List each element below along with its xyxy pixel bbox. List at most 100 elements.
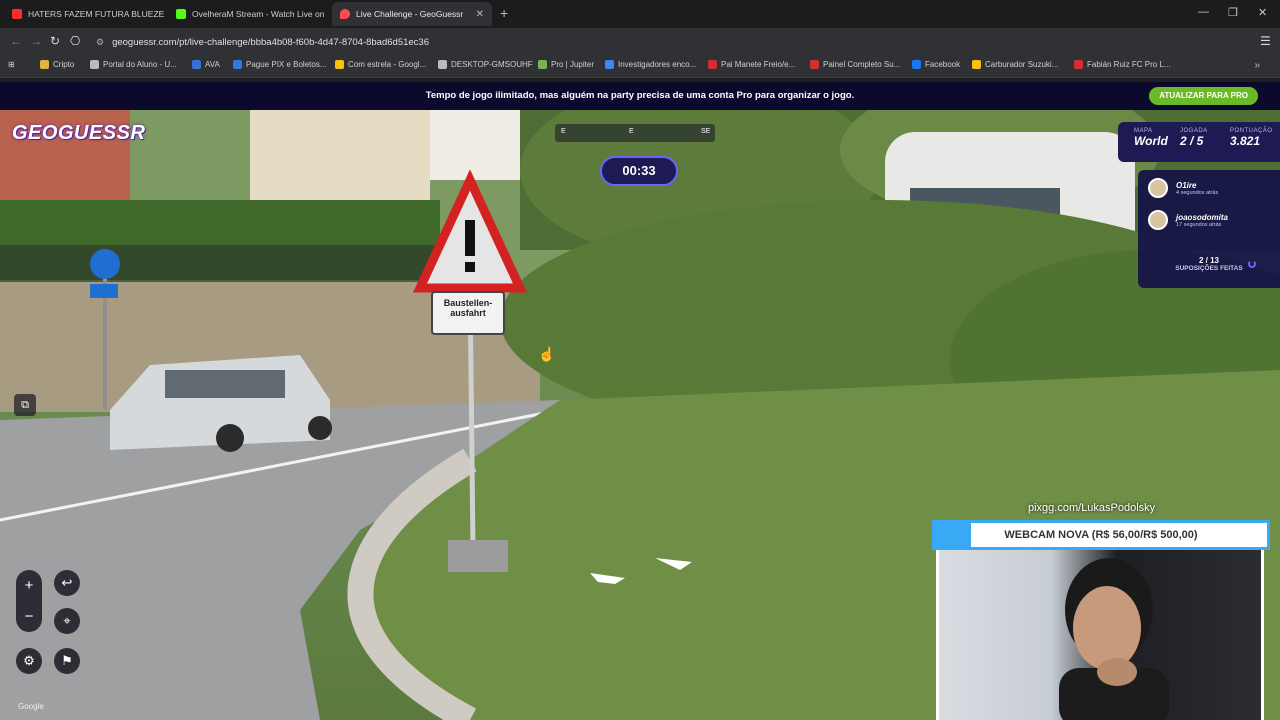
new-tab-button[interactable]: + <box>500 6 508 20</box>
bookmark-label: Portal do Aluno - U... <box>103 60 177 69</box>
browser-chrome: HATERS FAZEM FUTURA BLUEZETE OvelheraM S… <box>0 0 1280 82</box>
webcam-goal-text: WEBCAM NOVA (R$ 56,00/R$ 500,00) <box>1004 529 1198 541</box>
bookmark-item[interactable]: Carburador Suzuki... <box>972 60 1058 69</box>
bookmark-item[interactable]: Com estrela - Googl... <box>335 60 426 69</box>
player-name: O1ire <box>1176 180 1197 190</box>
guesses-made: 2 / 13 SUPOSIÇÕES FEITAS <box>1138 256 1280 272</box>
facebook-icon <box>912 60 921 69</box>
player-name: joaosodomita <box>1176 212 1229 222</box>
undo-move-button[interactable]: ↩ <box>54 570 80 596</box>
back-icon[interactable]: ← <box>10 34 22 48</box>
address-bar[interactable]: ⚙ geoguessr.com/pt/live-challenge/bbba4b… <box>96 32 896 52</box>
player-guess-time: 4 segundos atrás <box>1176 189 1219 196</box>
bookmark-item[interactable]: AVA <box>192 60 220 69</box>
jupiter-icon <box>538 60 547 69</box>
zoom-control: + − <box>16 570 42 632</box>
flag-icon[interactable]: ⚑ <box>54 648 80 674</box>
apps-grid-icon[interactable]: ⊞ <box>8 60 15 69</box>
bookmark-label: Pro | Jupiter <box>551 60 594 69</box>
shop-icon <box>708 60 717 69</box>
road-sign-line: ausfahrt <box>450 308 486 318</box>
streamer-figure <box>1059 558 1169 720</box>
site-info-icon[interactable]: ⚙ <box>96 37 104 48</box>
bookmark-item[interactable]: Pai Manete Freio/e... <box>708 60 795 69</box>
bookmark-item[interactable]: Cripto <box>40 60 74 69</box>
map-stat: MAPA World <box>1134 128 1168 148</box>
geoguessr-logo[interactable]: GEOGUESSR <box>12 122 145 145</box>
bookmark-label: Cripto <box>53 60 75 69</box>
score-value: 3.821 <box>1230 134 1261 148</box>
bookmark-label: Com estrela - Googl... <box>348 60 427 69</box>
payment-icon <box>233 60 242 69</box>
return-to-start-button[interactable]: ⌖ <box>54 608 80 634</box>
menu-icon[interactable]: ☰ <box>1260 34 1271 48</box>
pro-banner: Tempo de jogo ilimitado, mas alguém na p… <box>0 82 1280 110</box>
player-guess-time: 17 segundos atrás <box>1176 221 1222 228</box>
ava-icon <box>192 60 201 69</box>
road-sign-line: Baustellen- <box>443 298 493 308</box>
compass: E E SE <box>555 124 715 142</box>
street-view-panorama[interactable]: Baustellen- ausfahrt GEOGUESSR E E SE 00… <box>0 110 1280 720</box>
tab-title: HATERS FAZEM FUTURA BLUEZETE <box>28 9 164 19</box>
player-entry: O1ire 4 segundos atrás <box>1148 178 1218 198</box>
bookmarks-bar: ⊞ Cripto Portal do Aluno - U... AVA Pagu… <box>0 56 1280 78</box>
desktop-icon <box>438 60 447 69</box>
settings-gear-icon[interactable]: ⚙ <box>16 648 42 674</box>
zoom-out-button[interactable]: − <box>16 601 42 632</box>
tab-title: Live Challenge - GeoGuessr <box>356 9 464 19</box>
bookmark-item[interactable]: Pro | Jupiter <box>538 60 594 69</box>
address-row: ← → ↻ ⎔ ⚙ geoguessr.com/pt/live-challeng… <box>0 28 1280 75</box>
mouse-pointer-icon: ☝ <box>538 346 556 362</box>
kick-icon <box>176 9 186 19</box>
map-value: World <box>1134 134 1168 148</box>
tab-kick[interactable]: OvelheraM Stream - Watch Live on <box>168 2 328 26</box>
close-tab-icon[interactable]: ✕ <box>476 9 484 20</box>
bookmark-item[interactable]: Fabián Ruiz FC Pro L... <box>1074 60 1171 69</box>
bookmark-icon[interactable]: ⎔ <box>70 34 80 48</box>
bookmark-label: AVA <box>205 60 220 69</box>
tab-bar: HATERS FAZEM FUTURA BLUEZETE OvelheraM S… <box>0 0 1280 28</box>
tab-youtube[interactable]: HATERS FAZEM FUTURA BLUEZETE <box>4 2 164 26</box>
reload-icon[interactable]: ↻ <box>50 34 60 48</box>
round-value: 2 / 5 <box>1180 134 1204 148</box>
guess-count: 2 / 13 <box>1198 256 1219 265</box>
google-icon <box>605 60 614 69</box>
bookmark-label: DESKTOP-GMSOUHF <box>451 60 533 69</box>
google-attribution: Google <box>18 702 44 711</box>
road-sign: Baustellen- ausfahrt <box>436 298 500 318</box>
report-location-icon[interactable]: ⧉ <box>14 394 36 416</box>
tab-geoguessr[interactable]: Live Challenge - GeoGuessr ✕ <box>332 2 492 26</box>
bookmark-label: Fabián Ruiz FC Pro L... <box>1087 60 1171 69</box>
shop-icon <box>810 60 819 69</box>
banner-message: Tempo de jogo ilimitado, mas alguém na p… <box>425 90 855 101</box>
loading-spinner-icon <box>1248 260 1256 268</box>
minimize-button[interactable]: — <box>1198 6 1209 18</box>
zoom-in-button[interactable]: + <box>16 570 42 601</box>
goal-progress-fill <box>935 523 971 547</box>
geoguessr-pin-icon <box>340 9 350 19</box>
bookmark-item[interactable]: Portal do Aluno - U... <box>90 60 177 69</box>
bookmark-item[interactable]: DESKTOP-GMSOUHF <box>438 60 533 69</box>
folder-icon <box>40 60 49 69</box>
player-entry: joaosodomita 17 segundos atrás <box>1148 210 1228 230</box>
bookmark-label: Pague PIX e Boletos... <box>246 60 327 69</box>
more-bookmarks-button[interactable]: » <box>1254 60 1260 71</box>
avatar <box>1148 178 1168 198</box>
bookmark-item[interactable]: Investigadores enco... <box>605 60 696 69</box>
bookmark-label: Carburador Suzuki... <box>985 60 1059 69</box>
upgrade-pro-button[interactable]: ATUALIZAR PARA PRO <box>1149 87 1258 105</box>
shop-icon <box>972 60 981 69</box>
streamer-webcam <box>936 550 1264 720</box>
bookmark-item[interactable]: Painel Completo Su... <box>810 60 900 69</box>
bookmark-item[interactable]: Facebook <box>912 60 960 69</box>
maximize-button[interactable]: ❐ <box>1228 6 1238 19</box>
globe-icon <box>90 60 99 69</box>
close-window-button[interactable]: ✕ <box>1258 6 1267 19</box>
bookmark-label: Facebook <box>925 60 961 69</box>
bookmark-label: Painel Completo Su... <box>823 60 901 69</box>
forward-icon[interactable]: → <box>30 34 42 48</box>
bookmark-item[interactable]: Pague PIX e Boletos... <box>233 60 327 69</box>
webcam-goal-banner: WEBCAM NOVA (R$ 56,00/R$ 500,00) <box>932 520 1270 550</box>
tab-title: OvelheraM Stream - Watch Live on <box>192 9 325 19</box>
youtube-icon <box>12 9 22 19</box>
